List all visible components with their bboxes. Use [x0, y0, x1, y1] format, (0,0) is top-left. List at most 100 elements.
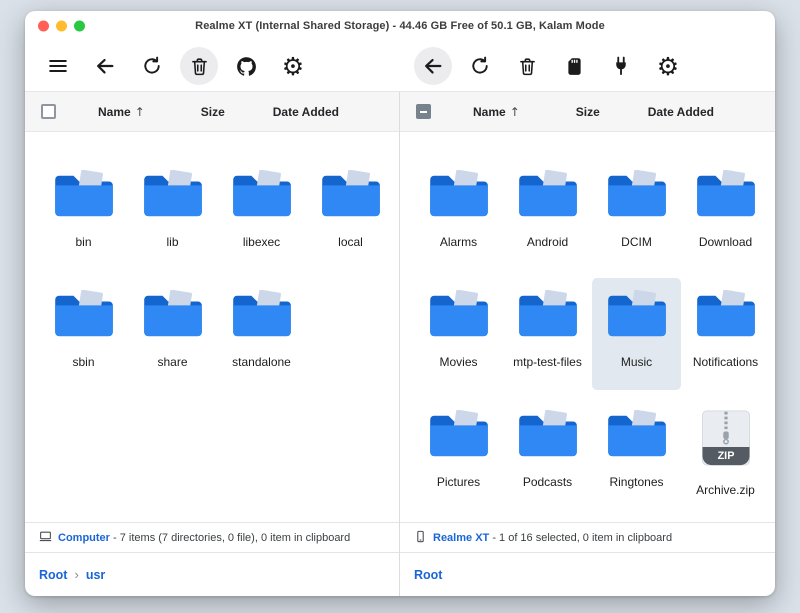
breadcrumb-root[interactable]: Root [414, 568, 442, 582]
device-refresh-button[interactable] [461, 47, 499, 85]
sort-ascending-icon: ↑ [510, 105, 520, 119]
minimize-window-button[interactable] [56, 21, 67, 32]
file-name: Download [681, 235, 770, 249]
device-pane-header: Name ↑ Size Date Added [400, 92, 775, 132]
file-item[interactable]: ZIP Notifications [681, 278, 770, 390]
column-header-size[interactable]: Size [201, 105, 225, 119]
file-icon-wrap: ZIP [53, 290, 115, 342]
maximize-window-button[interactable] [74, 21, 85, 32]
file-item[interactable]: ZIP share [128, 278, 217, 390]
file-icon-wrap: ZIP [428, 410, 490, 462]
folder-icon [231, 290, 293, 338]
file-icon-wrap: ZIP [142, 290, 204, 342]
status-details: - 1 of 16 selected, 0 item in clipboard [492, 532, 672, 544]
file-item[interactable]: ZIP Archive.zip [681, 398, 770, 510]
local-back-button[interactable] [86, 47, 124, 85]
folder-icon [142, 290, 204, 338]
file-item[interactable]: ZIP Movies [414, 278, 503, 390]
column-name-label: Name [98, 105, 131, 119]
titlebar: Realme XT (Internal Shared Storage) - 44… [25, 11, 775, 41]
folder-icon [142, 170, 204, 218]
column-header-name[interactable]: Name ↑ [473, 105, 520, 119]
file-item[interactable]: ZIP Android [503, 158, 592, 270]
column-header-date-added[interactable]: Date Added [648, 105, 714, 119]
file-name: libexec [217, 235, 306, 249]
file-item[interactable]: ZIP libexec [217, 158, 306, 270]
device-file-grid: ZIP Alarms ZIP Android [400, 132, 775, 522]
folder-icon [606, 290, 668, 338]
file-item[interactable]: ZIP bin [39, 158, 128, 270]
file-item[interactable]: ZIP Download [681, 158, 770, 270]
file-item[interactable]: ZIP local [306, 158, 395, 270]
breadcrumb-root[interactable]: Root [39, 568, 67, 582]
folder-icon [53, 170, 115, 218]
folder-icon [606, 170, 668, 218]
folder-icon [53, 290, 115, 338]
file-item[interactable]: ZIP mtp-test-files [503, 278, 592, 390]
file-item[interactable]: ZIP lib [128, 158, 217, 270]
file-item[interactable]: ZIP standalone [217, 278, 306, 390]
file-name: share [128, 355, 217, 369]
sd-card-icon [564, 56, 585, 77]
file-name: Music [592, 355, 681, 369]
file-name: Ringtones [592, 475, 681, 489]
column-header-size[interactable]: Size [576, 105, 600, 119]
file-icon-wrap: ZIP [517, 290, 579, 342]
device-toolbar: ⚙ [400, 41, 775, 91]
file-item[interactable]: ZIP sbin [39, 278, 128, 390]
folder-icon [428, 170, 490, 218]
file-icon-wrap: ZIP [428, 290, 490, 342]
breadcrumb-current[interactable]: usr [86, 568, 105, 582]
file-name: DCIM [592, 235, 681, 249]
file-icon-wrap: ZIP [517, 410, 579, 462]
file-name: local [306, 235, 395, 249]
file-icon-wrap: ZIP [320, 170, 382, 222]
folder-icon [320, 170, 382, 218]
toolbar: ⚙ [25, 41, 775, 91]
device-status-bar: Realme XT - 1 of 16 selected, 0 item in … [400, 522, 775, 552]
select-all-checkbox-indeterminate[interactable] [416, 104, 431, 119]
file-icon-wrap: ZIP [231, 170, 293, 222]
device-pane: Name ↑ Size Date Added ZIP [400, 92, 775, 596]
status-device-name: Realme XT [433, 532, 489, 544]
file-name: lib [128, 235, 217, 249]
select-all-checkbox[interactable] [41, 104, 56, 119]
back-arrow-icon [422, 55, 444, 77]
file-icon-wrap: ZIP [606, 410, 668, 462]
file-item[interactable]: ZIP Ringtones [592, 398, 681, 510]
gear-icon: ⚙ [657, 54, 679, 79]
folder-icon [517, 290, 579, 338]
file-item[interactable]: ZIP Music [592, 278, 681, 390]
trash-icon [517, 56, 538, 77]
local-delete-button[interactable] [180, 47, 218, 85]
github-button[interactable] [227, 47, 265, 85]
device-back-button[interactable] [414, 47, 452, 85]
file-item[interactable]: ZIP DCIM [592, 158, 681, 270]
device-delete-button[interactable] [508, 47, 546, 85]
menu-button[interactable] [39, 47, 77, 85]
local-settings-button[interactable]: ⚙ [274, 47, 312, 85]
file-icon-wrap: ZIP [231, 290, 293, 342]
folder-icon [606, 410, 668, 458]
status-text: Computer - 7 items (7 directories, 0 fil… [58, 532, 350, 544]
back-arrow-icon [94, 55, 116, 77]
storage-select-button[interactable] [555, 47, 593, 85]
file-item[interactable]: ZIP Podcasts [503, 398, 592, 510]
file-item[interactable]: ZIP Alarms [414, 158, 503, 270]
device-settings-button[interactable]: ⚙ [649, 47, 687, 85]
usb-connection-button[interactable] [602, 47, 640, 85]
column-header-name[interactable]: Name ↑ [98, 105, 145, 119]
folder-icon [517, 410, 579, 458]
folder-icon [517, 170, 579, 218]
phone-icon [414, 530, 427, 546]
file-item[interactable]: ZIP Pictures [414, 398, 503, 510]
svg-text:ZIP: ZIP [717, 450, 734, 462]
gear-icon: ⚙ [282, 54, 304, 79]
file-name: Android [503, 235, 592, 249]
file-icon-wrap: ZIP [53, 170, 115, 222]
folder-icon [428, 410, 490, 458]
local-toolbar: ⚙ [25, 41, 400, 91]
local-refresh-button[interactable] [133, 47, 171, 85]
column-header-date-added[interactable]: Date Added [273, 105, 339, 119]
close-window-button[interactable] [38, 21, 49, 32]
